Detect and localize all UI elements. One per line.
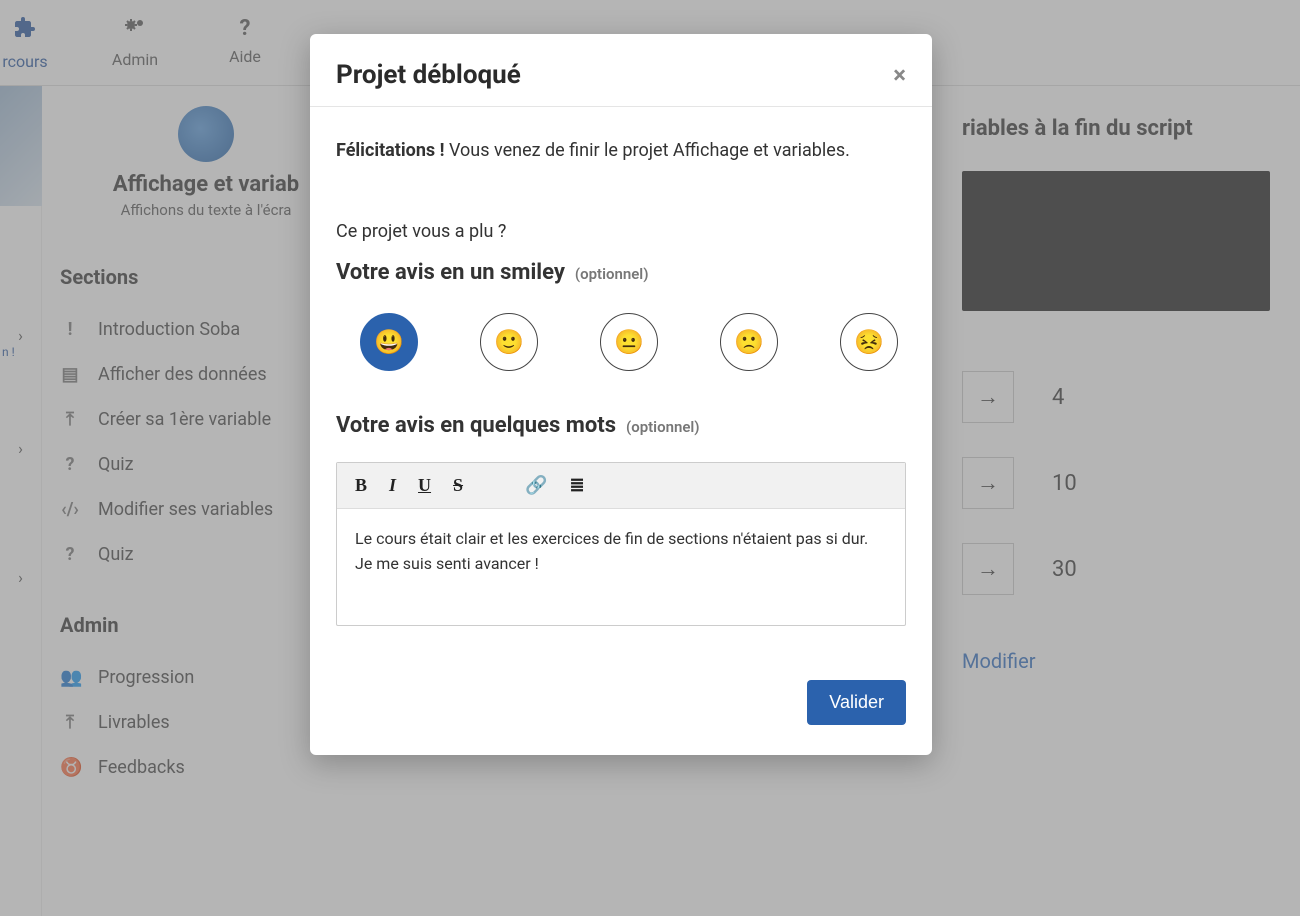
smiley-terrible[interactable]: 😣 [840, 313, 898, 371]
words-heading: Votre avis en quelques mots (optionnel) [336, 413, 906, 438]
bold-button[interactable]: B [355, 475, 367, 496]
italic-button[interactable]: I [389, 475, 396, 496]
smiley-heading: Votre avis en un smiley (optionnel) [336, 260, 906, 285]
smiley-row: 😃 🙂 😐 🙁 😣 [336, 313, 906, 371]
list-button[interactable]: ≣ [569, 475, 584, 496]
congrats-text: Félicitations ! Vous venez de finir le p… [336, 137, 906, 165]
editor-toolbar: B I U S 🔗 ≣ [337, 463, 905, 509]
words-heading-text: Votre avis en quelques mots [336, 413, 616, 438]
smiley-great[interactable]: 😃 [360, 313, 418, 371]
congrats-rest: Vous venez de finir le projet Affichage … [445, 140, 850, 161]
smiley-good[interactable]: 🙂 [480, 313, 538, 371]
validate-button[interactable]: Valider [807, 680, 906, 725]
close-icon[interactable]: × [893, 61, 906, 89]
link-button[interactable]: 🔗 [525, 475, 547, 496]
smiley-emoji: 🙂 [494, 328, 524, 356]
optional-label: (optionnel) [575, 265, 649, 283]
strike-button[interactable]: S [453, 475, 463, 496]
smiley-emoji: 😐 [614, 328, 644, 356]
smiley-heading-text: Votre avis en un smiley [336, 260, 565, 285]
congrats-bold: Félicitations ! [336, 140, 445, 161]
editor-textarea[interactable]: Le cours était clair et les exercices de… [337, 509, 905, 625]
liked-question: Ce projet vous a plu ? [336, 221, 906, 242]
smiley-neutral[interactable]: 😐 [600, 313, 658, 371]
underline-button[interactable]: U [418, 475, 431, 496]
editor: B I U S 🔗 ≣ Le cours était clair et les … [336, 462, 906, 626]
optional-label: (optionnel) [626, 418, 700, 436]
smiley-bad[interactable]: 🙁 [720, 313, 778, 371]
smiley-emoji: 🙁 [734, 328, 764, 356]
smiley-emoji: 😃 [374, 328, 404, 356]
modal-title: Projet débloqué [336, 60, 521, 90]
modal: Projet débloqué × Félicitations ! Vous v… [310, 34, 932, 755]
smiley-emoji: 😣 [854, 328, 884, 356]
